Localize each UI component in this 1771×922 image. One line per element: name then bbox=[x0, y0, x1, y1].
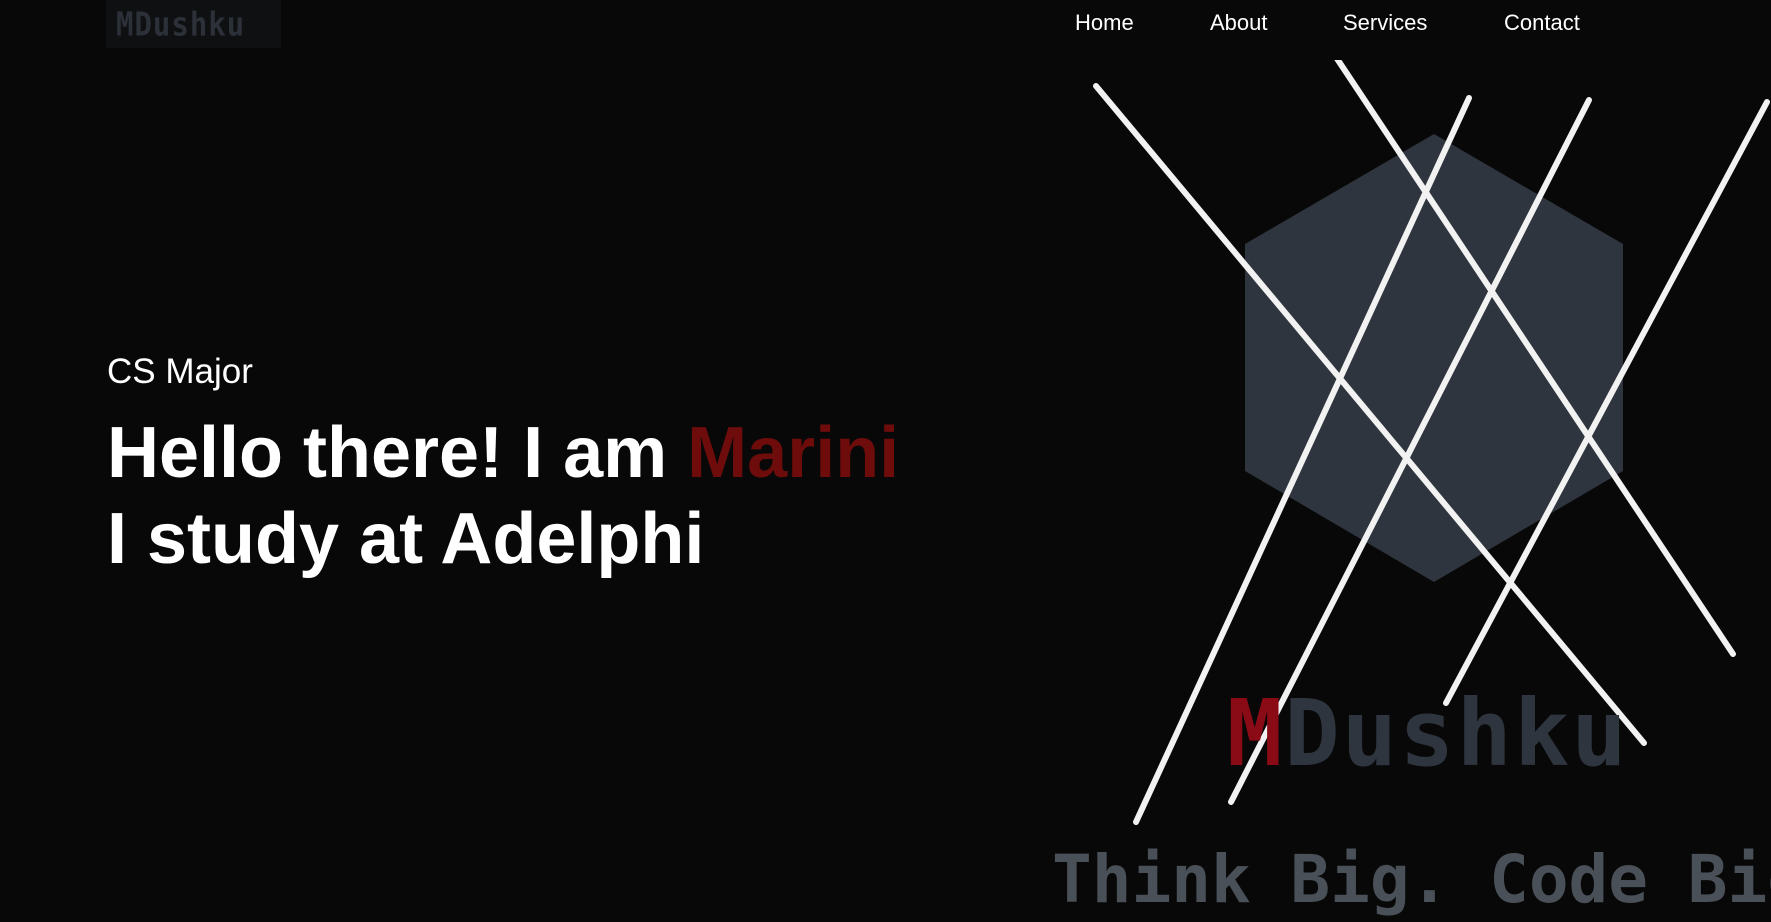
art-tagline: Think Big. Code Bigge bbox=[1052, 841, 1771, 918]
hero-subtitle: CS Major bbox=[107, 352, 253, 391]
hero-text: CS Major Hello there! I am Marini I stud… bbox=[107, 352, 899, 582]
headline-line-2: I study at Adelphi bbox=[107, 499, 705, 579]
nav-link-services[interactable]: Services bbox=[1343, 10, 1427, 36]
hero-illustration-svg: MDushku Think Big. Code Bigge bbox=[1052, 60, 1771, 918]
art-brand-text: MDushku bbox=[1227, 680, 1629, 787]
hero-headline: Hello there! I am Marini I study at Adel… bbox=[107, 410, 899, 582]
nav-link-contact[interactable]: Contact bbox=[1504, 10, 1580, 36]
hero-illustration: MDushku Think Big. Code Bigge bbox=[1040, 60, 1771, 922]
nav-link-about[interactable]: About bbox=[1210, 10, 1268, 36]
headline-name: Marini bbox=[687, 413, 900, 493]
brand-initial: M bbox=[1227, 680, 1284, 787]
brand-rest: Dushku bbox=[1284, 680, 1628, 787]
main-nav: Home About Services Contact bbox=[0, 10, 1771, 40]
nav-link-home[interactable]: Home bbox=[1075, 10, 1134, 36]
headline-greeting: Hello there! I am bbox=[107, 413, 688, 493]
